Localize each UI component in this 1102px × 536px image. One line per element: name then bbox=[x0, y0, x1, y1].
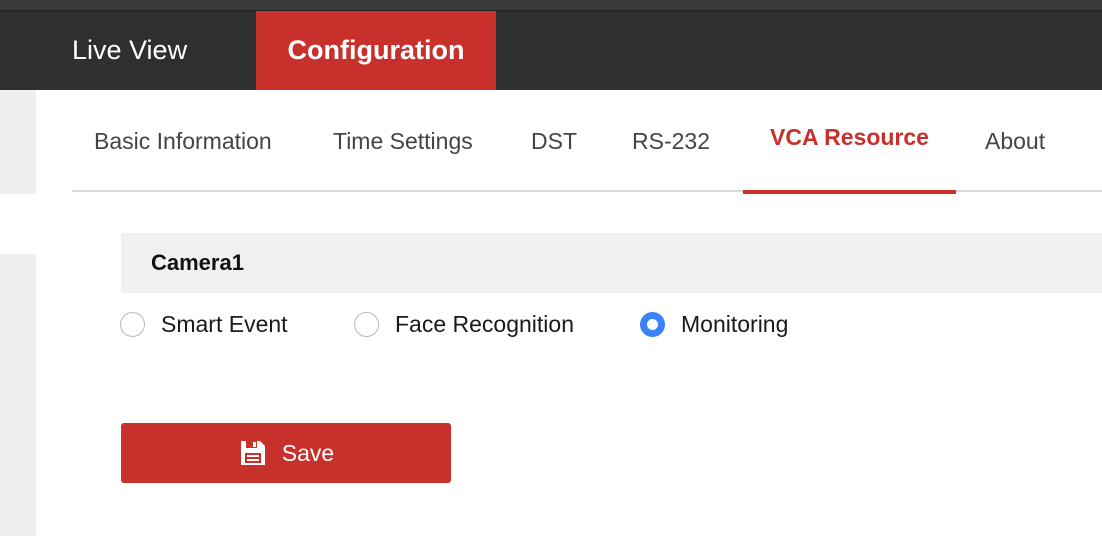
left-sidebar-top bbox=[0, 90, 36, 194]
radio-smart-event[interactable]: Smart Event bbox=[120, 304, 288, 344]
radio-monitoring[interactable]: Monitoring bbox=[640, 304, 788, 344]
radio-button-checked[interactable] bbox=[640, 311, 665, 337]
tab-vca-resource[interactable]: VCA Resource bbox=[743, 90, 956, 194]
camera-section-header: Camera1 bbox=[121, 233, 1102, 293]
tab-rs-232[interactable]: RS-232 bbox=[632, 90, 710, 192]
radio-button-unchecked[interactable] bbox=[120, 311, 145, 337]
save-button[interactable]: Save bbox=[121, 423, 451, 483]
left-sidebar-bottom bbox=[0, 254, 36, 536]
tab-about[interactable]: About bbox=[985, 90, 1045, 192]
tab-time-settings[interactable]: Time Settings bbox=[333, 90, 473, 192]
tab-basic-information[interactable]: Basic Information bbox=[94, 90, 272, 192]
radio-label: Monitoring bbox=[681, 310, 789, 337]
radio-label: Face Recognition bbox=[395, 310, 574, 337]
nav-configuration[interactable]: Configuration bbox=[256, 11, 496, 90]
radio-label: Smart Event bbox=[161, 310, 288, 337]
nav-live-view[interactable]: Live View bbox=[72, 11, 187, 90]
subtab-bar: Basic Information Time Settings DST RS-2… bbox=[72, 90, 1102, 194]
camera-title: Camera1 bbox=[151, 250, 244, 275]
window-top-strip bbox=[0, 0, 1102, 11]
floppy-disk-icon bbox=[238, 438, 268, 468]
radio-button-unchecked[interactable] bbox=[354, 311, 379, 337]
save-label: Save bbox=[281, 439, 335, 466]
tab-dst[interactable]: DST bbox=[531, 90, 577, 192]
main-nav: Live View Configuration bbox=[0, 11, 1102, 90]
radio-face-recognition[interactable]: Face Recognition bbox=[354, 304, 574, 344]
